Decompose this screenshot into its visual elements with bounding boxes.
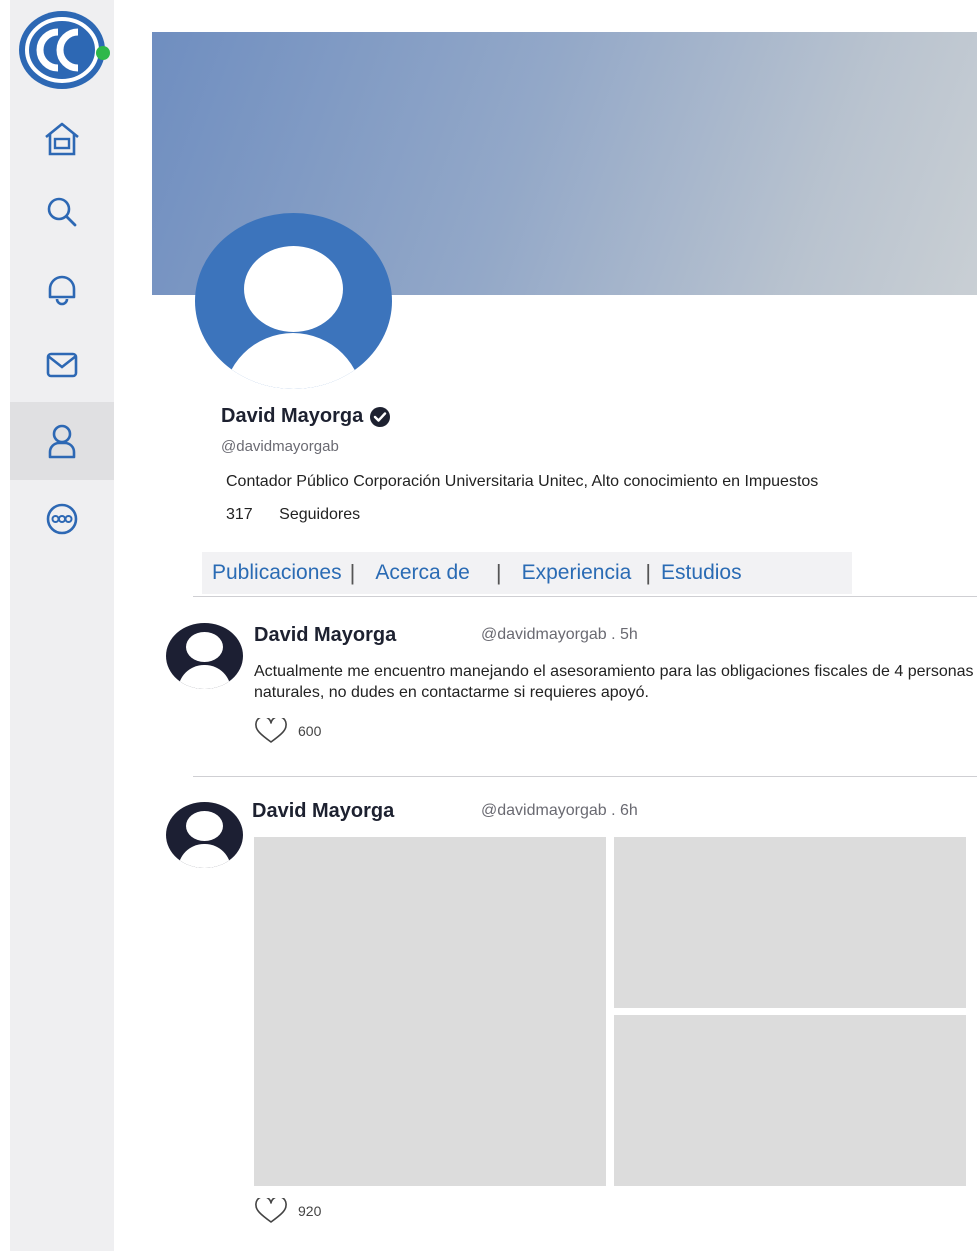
sidebar-item-search[interactable] [10,173,114,251]
heart-icon [255,1198,287,1223]
bell-icon [48,275,76,306]
home-icon [45,122,79,156]
tab-separator: | [645,560,652,585]
tab-publicaciones[interactable]: Publicaciones [212,561,342,585]
profile-icon [48,424,76,459]
sidebar-item-profile[interactable] [10,402,114,480]
verified-badge-icon [370,406,391,427]
post-author[interactable]: David Mayorga [254,624,396,647]
heart-icon [255,718,287,743]
sidebar-item-more[interactable] [10,480,114,558]
mail-icon [46,352,78,378]
tab-separator: | [349,560,356,585]
tab-acerca-de[interactable]: Acerca de [375,561,470,585]
more-icon [46,503,78,535]
sidebar [10,0,114,1251]
post-divider [193,776,977,777]
profile-tabs: Publicaciones | Acerca de | Experiencia … [202,552,852,594]
profile-avatar[interactable] [195,213,392,389]
followers-stat[interactable]: 317 Seguidores [226,506,360,524]
tabs-divider [193,596,977,597]
tab-experiencia[interactable]: Experiencia [522,561,632,585]
post-text: Actualmente me encuentro manejando el as… [254,663,974,701]
tab-separator: | [495,560,502,585]
post-author[interactable]: David Mayorga [252,800,394,823]
search-icon [47,197,77,227]
sidebar-item-home[interactable] [10,100,114,178]
sidebar-item-messages[interactable] [10,326,114,404]
like-count: 600 [298,723,322,739]
like-button[interactable]: 600 [254,718,321,744]
post-image[interactable] [254,837,606,1186]
tab-estudios[interactable]: Estudios [661,561,742,585]
post-avatar[interactable] [166,802,243,868]
post-image[interactable] [614,1015,966,1186]
sidebar-item-notifications[interactable] [10,250,114,328]
profile-name-text: David Mayorga [221,405,364,427]
post-meta: @davidmayorgab . 6h [481,802,638,819]
followers-count: 317 [226,506,253,523]
like-count: 920 [298,1203,322,1219]
post-meta: @davidmayorgab . 5h [481,626,638,643]
followers-label: Seguidores [279,506,361,523]
profile-bio: Contador Público Corporación Universitar… [226,473,819,490]
profile-name: David Mayorga [221,405,391,428]
profile-handle: @davidmayorgab [221,438,339,455]
app-logo[interactable] [18,8,110,92]
post-avatar[interactable] [166,623,243,689]
like-button[interactable]: 920 [254,1198,321,1224]
post-image[interactable] [614,837,966,1008]
